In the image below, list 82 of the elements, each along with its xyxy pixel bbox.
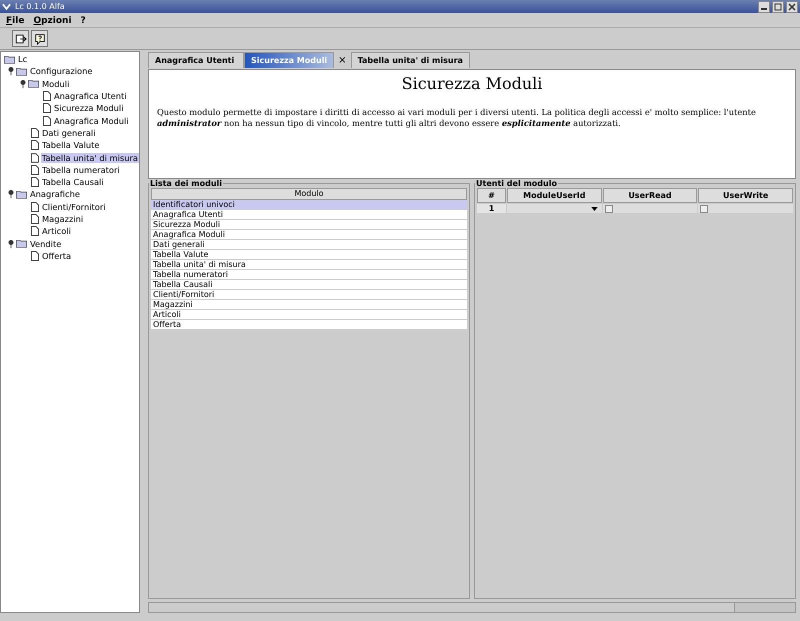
folder-icon — [16, 66, 27, 76]
tree-item[interactable]: Magazzini — [41, 214, 84, 224]
tree-item[interactable]: Tabella numeratori — [41, 164, 121, 175]
document-icon — [43, 116, 51, 126]
tree-item[interactable]: Moduli — [41, 78, 70, 89]
help-button[interactable] — [31, 30, 48, 47]
document-icon — [31, 140, 39, 150]
table-row[interactable]: Tabella numeratori — [151, 270, 467, 280]
chevron-icon[interactable] — [2, 2, 11, 10]
checkbox[interactable] — [700, 204, 708, 212]
document-icon — [31, 164, 39, 175]
page-title: Sicurezza Moduli — [400, 74, 544, 93]
column-header[interactable]: UserRead — [602, 188, 698, 203]
tab[interactable]: Anagrafica Utenti — [148, 52, 244, 68]
document-icon — [43, 103, 51, 114]
tab[interactable]: Tabella unita' di misura — [350, 52, 470, 68]
tree-item[interactable]: Tabella Causali — [41, 177, 105, 188]
maximize-icon — [774, 2, 782, 10]
column-header[interactable]: # — [477, 188, 506, 203]
tree-item[interactable]: Offerta — [41, 250, 72, 261]
expand-icon[interactable] — [8, 66, 14, 76]
table-row[interactable]: Anagrafica Utenti — [151, 210, 467, 220]
document-icon — [31, 177, 39, 188]
close-button[interactable] — [786, 0, 798, 12]
table-row[interactable]: Tabella unita' di misura — [151, 260, 467, 270]
tree-item[interactable]: Configurazione — [29, 66, 94, 76]
tree-item[interactable]: Clienti/Fornitori — [41, 202, 107, 212]
document-icon — [31, 226, 39, 236]
minimize-icon — [761, 8, 767, 10]
tab[interactable]: Sicurezza Moduli — [244, 52, 334, 68]
table-row[interactable]: Magazzini — [151, 300, 467, 310]
tree-item[interactable]: Sicurezza Moduli — [53, 103, 125, 114]
table-row[interactable]: Tabella Causali — [151, 280, 467, 290]
tree-item[interactable]: Anagrafica Utenti — [53, 91, 128, 102]
document-icon — [31, 202, 39, 212]
caret-icon — [590, 206, 598, 210]
folder-icon — [4, 54, 15, 64]
expand-icon[interactable] — [8, 238, 14, 249]
tree-item[interactable]: Lc — [17, 54, 28, 64]
document-icon — [31, 128, 39, 138]
tree-item[interactable]: Anagrafiche — [29, 189, 81, 200]
group-title: Lista dei moduli — [149, 179, 224, 188]
document-icon — [43, 91, 51, 102]
help-icon — [34, 32, 46, 44]
expand-icon[interactable] — [20, 78, 26, 89]
tree-item[interactable]: Tabella Valute — [41, 140, 101, 150]
tree-item[interactable]: Anagrafica Moduli — [53, 116, 130, 126]
folder-icon — [28, 79, 39, 88]
close-tab-button[interactable]: × — [334, 54, 351, 66]
table-row[interactable]: Tabella Valute — [151, 250, 467, 260]
column-header[interactable]: UserWrite — [698, 188, 793, 203]
table-row[interactable]: Anagrafica Moduli — [151, 230, 467, 240]
minimize-button[interactable] — [758, 0, 770, 12]
menu-item[interactable]: File — [6, 16, 24, 26]
tree-item[interactable]: Articoli — [41, 226, 72, 236]
window-title: Lc 0.1.0 Alfa — [15, 2, 65, 11]
exit-icon — [14, 32, 26, 44]
menu-item[interactable]: Opzioni — [33, 16, 72, 26]
tree-item[interactable]: Tabella unita' di misura — [40, 152, 139, 163]
description-text: Questo modulo permette di impostare i diritti di accesso ai vari moduli per i diversi utenti. La politica degli accessi e' molto semplice: l'utente administrator non ha nessun tipo di vincolo, mentre tutti gli altri devono essere esplicitamente autorizzati. — [157, 107, 757, 129]
table-row[interactable]: Articoli — [151, 310, 467, 320]
close-icon — [788, 2, 796, 10]
table-row[interactable]: Dati generali — [151, 240, 467, 250]
tree-item[interactable]: Vendite — [29, 238, 62, 249]
row-number: 1 — [477, 204, 506, 213]
exit-button[interactable] — [12, 30, 29, 47]
table-row[interactable]: Sicurezza Moduli — [151, 220, 467, 230]
table-row[interactable]: Identificatori univoci — [151, 200, 467, 210]
tree-item[interactable]: Dati generali — [41, 128, 97, 138]
column-header[interactable]: Modulo — [151, 188, 467, 200]
folder-icon — [16, 239, 27, 248]
expand-icon[interactable] — [8, 189, 14, 200]
document-icon — [31, 250, 39, 261]
folder-icon — [16, 190, 27, 199]
table-row[interactable]: Offerta — [151, 320, 467, 330]
table-row[interactable]: Clienti/Fornitori — [151, 290, 467, 300]
group-title: Utenti del modulo — [475, 179, 558, 188]
document-icon — [31, 214, 39, 224]
maximize-button[interactable] — [772, 0, 784, 12]
column-header[interactable]: ModuleUserId — [507, 188, 602, 203]
menu-item[interactable]: ? — [80, 16, 86, 26]
checkbox[interactable] — [604, 204, 613, 212]
